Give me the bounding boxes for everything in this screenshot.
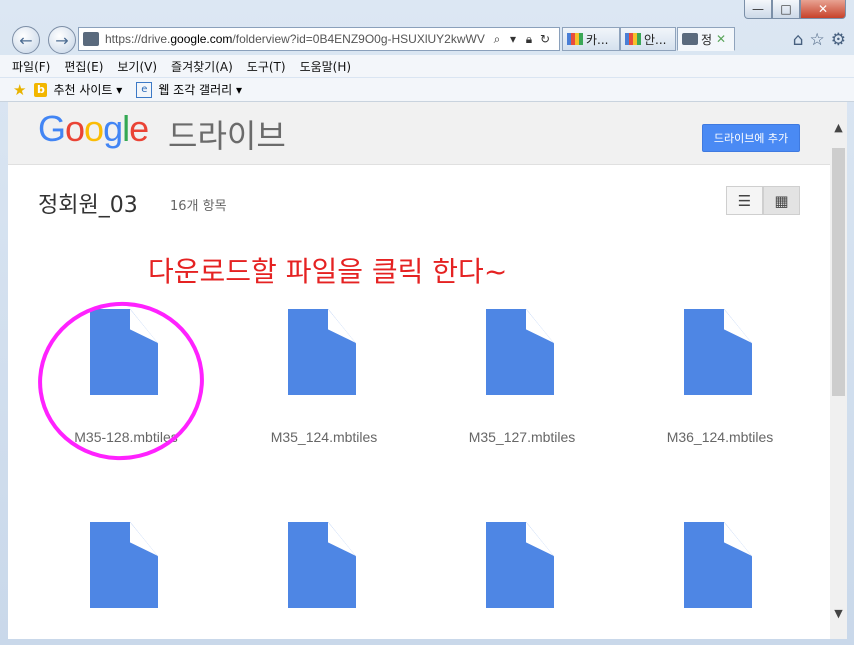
list-view-icon[interactable]: ☰	[726, 186, 763, 215]
web-slice-gallery-link[interactable]: 웹 조각 갤러리 ▾	[158, 81, 242, 98]
tab-label: 카...	[586, 32, 609, 47]
add-favorite-star-icon[interactable]: ★	[13, 81, 26, 99]
scroll-thumb[interactable]	[832, 148, 845, 396]
file-icon	[684, 522, 752, 608]
suggested-sites-link[interactable]: 추천 사이트 ▾	[53, 81, 122, 98]
logo-letter: o	[84, 108, 104, 149]
grid-view-icon[interactable]: ▦	[763, 186, 800, 215]
toolbar-icons: ⌂ ☆ ⚙	[793, 30, 846, 50]
add-to-drive-button[interactable]: 드라이브에 추가	[702, 124, 800, 152]
menu-edit[interactable]: 편집(E)	[64, 58, 103, 75]
tab-kakao[interactable]: 카...	[562, 27, 620, 51]
forward-button[interactable]: →	[48, 26, 76, 54]
file-icon	[684, 309, 752, 395]
ie-icon: e	[136, 81, 153, 98]
file-icon	[486, 522, 554, 608]
menu-tools[interactable]: 도구(T)	[247, 58, 286, 75]
folder-title: 정회원_03	[38, 193, 138, 218]
drive-header: Google 드라이브 드라이브에 추가	[8, 102, 830, 165]
favorites-bar: ★ b 추천 사이트 ▾ e 웹 조각 갤러리 ▾	[0, 78, 854, 102]
menu-help[interactable]: 도움말(H)	[300, 58, 352, 75]
search-icon[interactable]: ⌕	[489, 32, 505, 47]
scroll-down-icon[interactable]: ▼	[830, 605, 847, 622]
page-content: Google 드라이브 드라이브에 추가 정회원_03 16개 항목 ☰ ▦ 다…	[8, 102, 830, 639]
url-text[interactable]: https://drive.google.com/folderview?id=0…	[105, 32, 489, 46]
menu-bar: 파일(F) 편집(E) 보기(V) 즐겨찾기(A) 도구(T) 도움말(H)	[0, 55, 854, 77]
drive-favicon-icon	[83, 32, 99, 46]
vertical-scrollbar[interactable]: ▲ ▼	[830, 102, 847, 639]
back-button[interactable]: ←	[12, 26, 40, 54]
maximize-button[interactable]: □	[772, 0, 800, 19]
tab-favicon-icon	[625, 33, 641, 45]
file-icon	[288, 309, 356, 395]
logo-letter: g	[103, 108, 123, 149]
refresh-icon[interactable]: ↻	[537, 32, 553, 46]
logo-letter: e	[129, 108, 149, 149]
item-count: 16개 항목	[170, 199, 227, 214]
product-name: 드라이브	[168, 117, 286, 155]
menu-file[interactable]: 파일(F)	[12, 58, 50, 75]
file-name: M35_127.mbtiles	[468, 429, 576, 445]
navigation-bar: ← → https://drive.google.com/folderview?…	[0, 24, 854, 54]
file-icon	[90, 522, 158, 608]
browser-window: — □ ✕ ← → https://drive.google.com/folde…	[0, 0, 854, 645]
window-controls: — □ ✕	[744, 0, 846, 19]
tab-an[interactable]: 안...	[620, 27, 676, 51]
gear-icon[interactable]: ⚙	[831, 30, 846, 50]
logo-letter: G	[38, 108, 66, 149]
google-logo[interactable]: Google	[38, 108, 149, 150]
tab-current[interactable]: 정 ✕	[677, 27, 735, 51]
menu-favorites[interactable]: 즐겨찾기(A)	[171, 58, 233, 75]
dropdown-icon[interactable]: ▾	[505, 32, 521, 46]
file-icon	[288, 522, 356, 608]
drive-favicon-icon	[682, 33, 698, 45]
home-icon[interactable]: ⌂	[793, 30, 804, 50]
address-bar[interactable]: https://drive.google.com/folderview?id=0…	[78, 27, 560, 51]
file-name: M36_124.mbtiles	[666, 429, 774, 445]
file-name: M35_124.mbtiles	[270, 429, 378, 445]
lock-icon[interactable]: 🔒︎	[521, 32, 537, 47]
scroll-up-icon[interactable]: ▲	[830, 119, 847, 136]
close-tab-icon[interactable]: ✕	[716, 32, 726, 46]
tab-label: 안...	[644, 32, 667, 47]
close-window-button[interactable]: ✕	[800, 0, 846, 19]
file-icon	[486, 309, 554, 395]
tab-favicon-icon	[567, 33, 583, 45]
view-toggle: ☰ ▦	[726, 186, 800, 215]
favorites-star-icon[interactable]: ☆	[810, 30, 825, 50]
logo-letter: o	[65, 108, 85, 149]
menu-view[interactable]: 보기(V)	[117, 58, 157, 75]
bing-icon: b	[34, 82, 48, 97]
annotation-text: 다운로드할 파일을 클릭 한다~	[148, 255, 508, 288]
minimize-button[interactable]: —	[744, 0, 772, 19]
tab-label: 정	[701, 32, 713, 47]
